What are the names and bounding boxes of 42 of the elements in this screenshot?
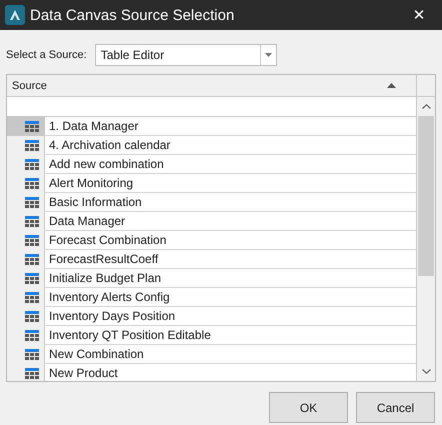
table-icon	[25, 368, 39, 380]
table-cell[interactable]: Inventory Days Position	[44, 307, 416, 326]
close-button[interactable]: ✕	[396, 0, 442, 30]
table-icon	[25, 120, 39, 132]
column-header[interactable]: Source	[7, 75, 416, 97]
window-title: Data Canvas Source Selection	[30, 6, 236, 24]
table-cell[interactable]: Add new combination	[44, 155, 416, 174]
table-cell[interactable]: New Combination	[44, 345, 416, 364]
row-indicator[interactable]	[7, 117, 44, 136]
table-cell[interactable]: Alert Monitoring	[44, 174, 416, 193]
table-icon	[25, 330, 39, 342]
table-icon	[25, 348, 39, 360]
table-icon	[25, 216, 39, 228]
app-logo-icon	[5, 5, 25, 25]
table-cell[interactable]: Inventory QT Position Editable	[44, 326, 416, 345]
scrollbar[interactable]	[417, 97, 435, 381]
table-icon	[25, 178, 39, 190]
table-icon	[25, 292, 39, 304]
table-cell[interactable]: 1. Data Manager	[44, 117, 416, 136]
table-cell[interactable]: Initialize Budget Plan	[44, 269, 416, 288]
table-cell[interactable]: Basic Information	[44, 193, 416, 212]
table-icon	[25, 140, 39, 152]
scroll-down-icon	[422, 369, 430, 374]
table-icon	[25, 272, 39, 284]
cancel-button[interactable]: Cancel	[356, 392, 435, 423]
table-cell[interactable]: 4. Archivation calendar	[44, 136, 416, 155]
table-cell[interactable]: Forecast Combination	[44, 231, 416, 250]
row-indicator[interactable]	[7, 364, 44, 381]
row-indicator[interactable]	[7, 136, 44, 155]
table-icon	[25, 254, 39, 266]
table-cell[interactable]: Inventory Alerts Config	[44, 288, 416, 307]
source-label: Select a Source:	[6, 49, 87, 61]
table-icon	[25, 196, 39, 208]
table-icon	[25, 234, 39, 246]
table-cell[interactable]: Data Manager	[44, 212, 416, 231]
scroll-up-icon	[422, 104, 430, 109]
table-cell[interactable]: ForecastResultCoeff	[44, 250, 416, 269]
table-icon	[25, 158, 39, 170]
source-dropdown[interactable]: Table Editor	[94, 44, 277, 66]
ok-button[interactable]: OK	[269, 392, 348, 423]
dropdown-arrow-icon	[264, 53, 272, 57]
table-icon	[25, 310, 39, 322]
